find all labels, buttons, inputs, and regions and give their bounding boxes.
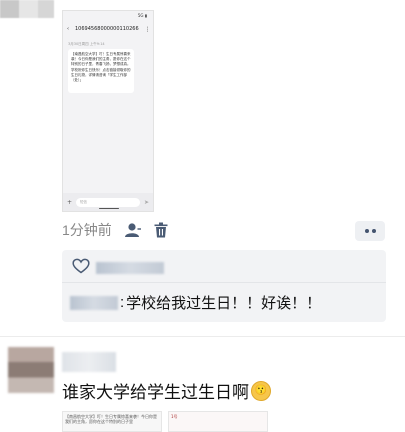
post-image[interactable]: 5G ▮ ‹ 10694568000000110266 ⋮ 3月30日周四 上午… (62, 10, 154, 212)
sms-input: 短信 (76, 197, 140, 207)
avatar[interactable] (0, 0, 54, 18)
more-vertical-icon: ⋮ (144, 25, 151, 33)
post-image[interactable]: 1号 (168, 411, 268, 432)
message-date: 3月30日周四 上午9:14 (68, 42, 105, 46)
comment-text: 学校给我过生日！！好诶！！ (126, 295, 322, 312)
dot-icon (364, 229, 369, 233)
heart-icon (72, 258, 90, 278)
emoji-icon: 😗 (251, 380, 271, 401)
post-meta: 1分钟前 (62, 220, 168, 240)
comment-separator: : (120, 294, 125, 311)
interaction-panel: : 学校给我过生日！！好诶！！ (62, 250, 386, 322)
post-text: 谁家大学给学生过生日啊 😗 (62, 378, 271, 403)
likes-row (72, 258, 164, 278)
phone-status-bar: 5G ▮ (63, 11, 153, 20)
comment-row[interactable]: : 学校给我过生日！！好诶！！ (70, 292, 321, 313)
send-icon: ➤ (143, 198, 149, 206)
back-icon: ‹ (67, 26, 69, 32)
post-image[interactable]: 【南昌航空大学】叮！生日专属惊喜来袭！今日你是我们的主角，愿你在这个特别的日子里 (62, 411, 162, 432)
visibility-icon[interactable] (124, 222, 142, 238)
avatar[interactable] (8, 347, 54, 393)
plus-icon: + (67, 198, 73, 206)
author-name[interactable] (62, 352, 116, 372)
post-divider (0, 336, 405, 337)
sender-number: 10694568000000110266 (75, 26, 139, 32)
trash-icon[interactable] (154, 222, 168, 238)
phone-header: ‹ 10694568000000110266 ⋮ (63, 22, 153, 36)
liker-name[interactable] (96, 262, 164, 274)
post-time: 1分钟前 (62, 222, 112, 238)
sms-bubble: 【南昌航空大学】叮！生日专属惊喜来袭！今日你是我们的主角，愿你在这个特别的日子里… (68, 49, 134, 93)
post-body: 谁家大学给学生过生日啊 (62, 383, 249, 402)
divider (62, 282, 386, 283)
more-button[interactable] (355, 221, 385, 241)
home-indicator (99, 207, 119, 209)
dot-icon (371, 229, 376, 233)
phone-status-icons: 5G ▮ (137, 13, 147, 18)
commenter-name[interactable] (70, 295, 118, 310)
